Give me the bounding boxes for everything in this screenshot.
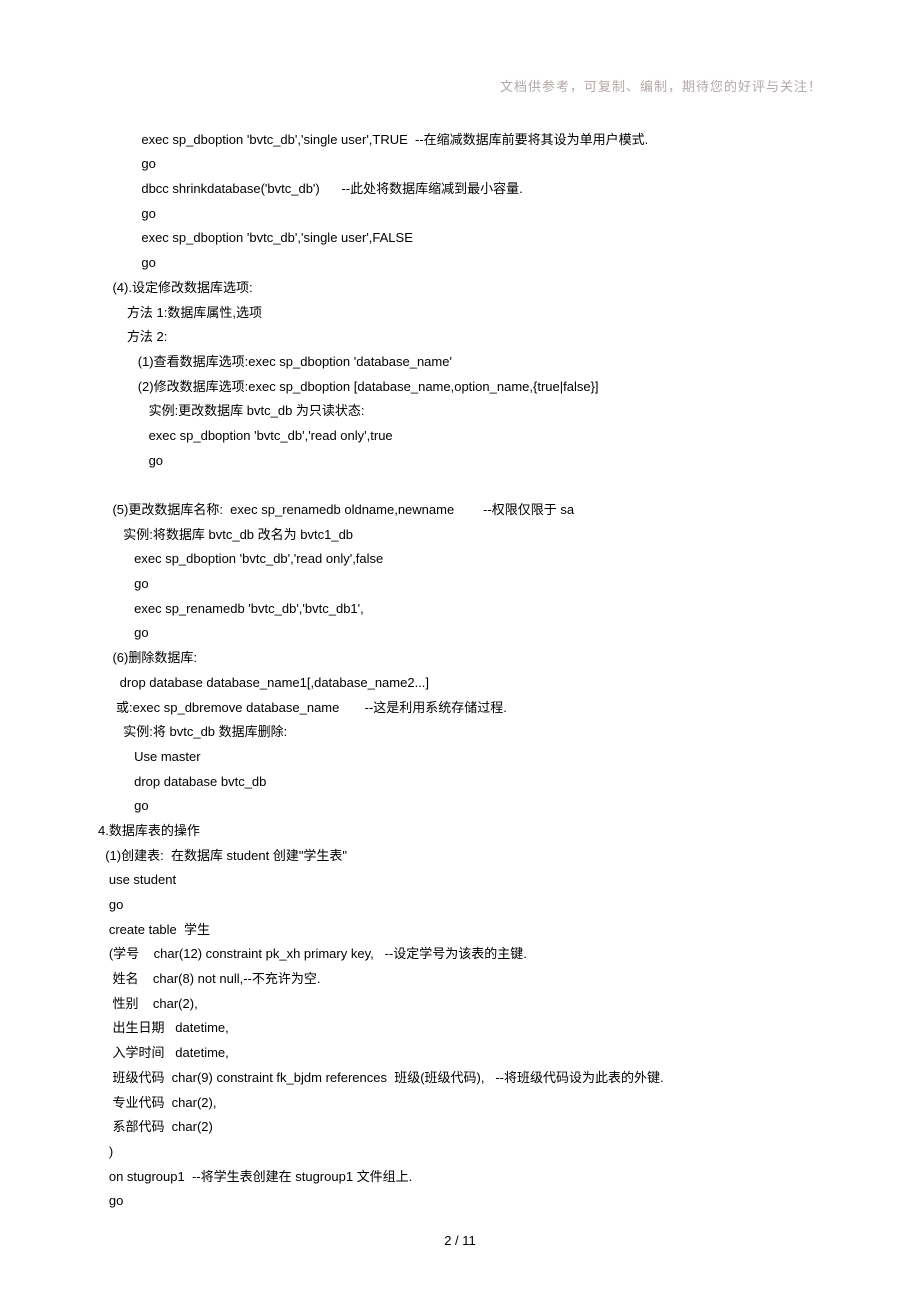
content-line: go (98, 449, 822, 474)
content-line: exec sp_dboption 'bvtc_db','read only',f… (98, 547, 822, 572)
content-line: exec sp_renamedb 'bvtc_db','bvtc_db1', (98, 597, 822, 622)
content-line: go (98, 152, 822, 177)
content-line: 出生日期 datetime, (98, 1016, 822, 1041)
content-line: 实例:更改数据库 bvtc_db 为只读状态: (98, 399, 822, 424)
content-line: Use master (98, 745, 822, 770)
content-line: go (98, 621, 822, 646)
content-line: (6)删除数据库: (98, 646, 822, 671)
content-line: dbcc shrinkdatabase('bvtc_db') --此处将数据库缩… (98, 177, 822, 202)
content-line: 实例:将 bvtc_db 数据库删除: (98, 720, 822, 745)
content-line: go (98, 202, 822, 227)
content-line: drop database database_name1[,database_n… (98, 671, 822, 696)
page-number: 2 / 11 (0, 1229, 920, 1254)
content-line: (1)查看数据库选项:exec sp_dboption 'database_na… (98, 350, 822, 375)
content-line: on stugroup1 --将学生表创建在 stugroup1 文件组上. (98, 1165, 822, 1190)
content-line: exec sp_dboption 'bvtc_db','single user'… (98, 226, 822, 251)
content-line: 方法 1:数据库属性,选项 (98, 301, 822, 326)
content-line: 系部代码 char(2) (98, 1115, 822, 1140)
content-line: go (98, 1189, 822, 1214)
content-line: 4.数据库表的操作 (98, 819, 822, 844)
content-line: 或:exec sp_dbremove database_name --这是利用系… (98, 696, 822, 721)
document-content: exec sp_dboption 'bvtc_db','single user'… (98, 128, 822, 1214)
content-line: 性别 char(2), (98, 992, 822, 1017)
content-line: go (98, 251, 822, 276)
content-line: exec sp_dboption 'bvtc_db','single user'… (98, 128, 822, 153)
content-line: exec sp_dboption 'bvtc_db','read only',t… (98, 424, 822, 449)
content-line: 实例:将数据库 bvtc_db 改名为 bvtc1_db (98, 523, 822, 548)
content-line: ) (98, 1140, 822, 1165)
content-line: go (98, 572, 822, 597)
content-line: (4).设定修改数据库选项: (98, 276, 822, 301)
content-line: (2)修改数据库选项:exec sp_dboption [database_na… (98, 375, 822, 400)
header-note: 文档供参考，可复制、编制，期待您的好评与关注！ (98, 75, 822, 100)
content-line: (学号 char(12) constraint pk_xh primary ke… (98, 942, 822, 967)
content-line: (1)创建表: 在数据库 student 创建"学生表" (98, 844, 822, 869)
content-line: 班级代码 char(9) constraint fk_bjdm referenc… (98, 1066, 822, 1091)
content-line: go (98, 893, 822, 918)
content-line: 专业代码 char(2), (98, 1091, 822, 1116)
content-line: create table 学生 (98, 918, 822, 943)
content-line: drop database bvtc_db (98, 770, 822, 795)
content-line: (5)更改数据库名称: exec sp_renamedb oldname,new… (98, 498, 822, 523)
content-line (98, 473, 822, 498)
content-line: 入学时间 datetime, (98, 1041, 822, 1066)
content-line: go (98, 794, 822, 819)
content-line: 方法 2: (98, 325, 822, 350)
content-line: 姓名 char(8) not null,--不充许为空. (98, 967, 822, 992)
content-line: use student (98, 868, 822, 893)
